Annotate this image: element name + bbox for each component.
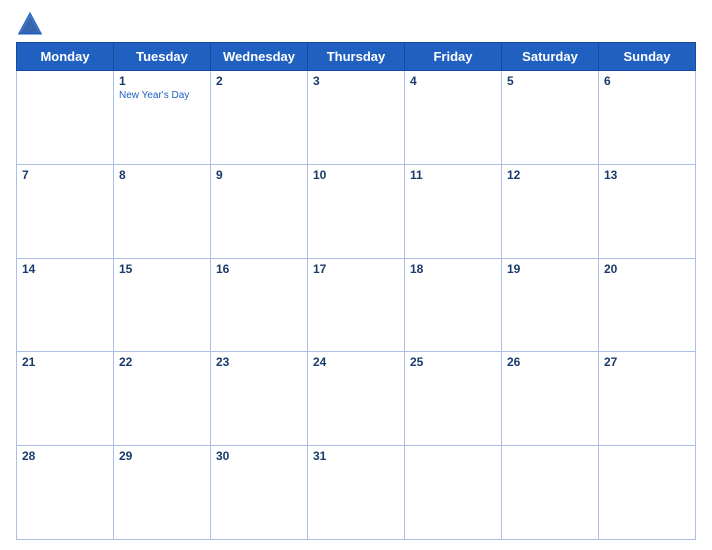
day-number: 2: [216, 74, 302, 88]
calendar-cell: 26: [502, 352, 599, 446]
weekday-friday: Friday: [405, 43, 502, 71]
day-number: 8: [119, 168, 205, 182]
week-row-3: 14 15 16 17 18 19 20: [17, 258, 696, 352]
calendar-cell: [405, 446, 502, 540]
calendar-cell: 20: [599, 258, 696, 352]
calendar-cell: 22: [114, 352, 211, 446]
calendar-cell: 15: [114, 258, 211, 352]
calendar-cell: 8: [114, 164, 211, 258]
day-number: 15: [119, 262, 205, 276]
day-number: 27: [604, 355, 690, 369]
calendar-cell: 1 New Year's Day: [114, 71, 211, 165]
calendar-cell: 4: [405, 71, 502, 165]
day-number: 25: [410, 355, 496, 369]
week-row-4: 21 22 23 24 25 26 27: [17, 352, 696, 446]
logo: [16, 10, 48, 38]
calendar-cell: 28: [17, 446, 114, 540]
day-number: 21: [22, 355, 108, 369]
day-number: 22: [119, 355, 205, 369]
day-number: 3: [313, 74, 399, 88]
page-header: [16, 10, 696, 38]
calendar-cell: 30: [211, 446, 308, 540]
day-number: 28: [22, 449, 108, 463]
weekday-sunday: Sunday: [599, 43, 696, 71]
calendar-cell: [599, 446, 696, 540]
day-number: 13: [604, 168, 690, 182]
calendar-cell: 5: [502, 71, 599, 165]
day-number: 16: [216, 262, 302, 276]
calendar-cell: 6: [599, 71, 696, 165]
calendar-cell: 18: [405, 258, 502, 352]
week-row-1: 1 New Year's Day 23456: [17, 71, 696, 165]
calendar-cell: 3: [308, 71, 405, 165]
day-number: 1: [119, 74, 205, 88]
day-number: 23: [216, 355, 302, 369]
calendar-cell: 2: [211, 71, 308, 165]
calendar-cell: 10: [308, 164, 405, 258]
calendar-cell: 21: [17, 352, 114, 446]
week-row-2: 789 10 11 12 13: [17, 164, 696, 258]
day-number: 5: [507, 74, 593, 88]
calendar-cell: 11: [405, 164, 502, 258]
weekday-wednesday: Wednesday: [211, 43, 308, 71]
week-row-5: 28 29 30 31: [17, 446, 696, 540]
day-number: 10: [313, 168, 399, 182]
calendar-cell: 17: [308, 258, 405, 352]
calendar-cell: 31: [308, 446, 405, 540]
day-number: 31: [313, 449, 399, 463]
day-number: 17: [313, 262, 399, 276]
calendar-cell: 13: [599, 164, 696, 258]
day-number: 19: [507, 262, 593, 276]
weekday-tuesday: Tuesday: [114, 43, 211, 71]
day-number: 7: [22, 168, 108, 182]
calendar-cell: 25: [405, 352, 502, 446]
day-number: 24: [313, 355, 399, 369]
day-number: 14: [22, 262, 108, 276]
day-number: 26: [507, 355, 593, 369]
calendar-cell: 7: [17, 164, 114, 258]
calendar-cell: 9: [211, 164, 308, 258]
calendar-cell: [502, 446, 599, 540]
weekday-header-row: MondayTuesdayWednesdayThursdayFridaySatu…: [17, 43, 696, 71]
calendar-cell: 29: [114, 446, 211, 540]
day-number: 18: [410, 262, 496, 276]
calendar-cell: 27: [599, 352, 696, 446]
day-number: 20: [604, 262, 690, 276]
calendar-cell: [17, 71, 114, 165]
day-number: 30: [216, 449, 302, 463]
weekday-monday: Monday: [17, 43, 114, 71]
day-number: 29: [119, 449, 205, 463]
calendar-cell: 12: [502, 164, 599, 258]
day-number: 12: [507, 168, 593, 182]
calendar-table: MondayTuesdayWednesdayThursdayFridaySatu…: [16, 42, 696, 540]
day-number: 4: [410, 74, 496, 88]
calendar-cell: 19: [502, 258, 599, 352]
holiday-label: New Year's Day: [119, 90, 205, 101]
weekday-thursday: Thursday: [308, 43, 405, 71]
calendar-cell: 16: [211, 258, 308, 352]
day-number: 6: [604, 74, 690, 88]
logo-icon: [16, 10, 44, 38]
calendar-cell: 23: [211, 352, 308, 446]
day-number: 9: [216, 168, 302, 182]
calendar-cell: 24: [308, 352, 405, 446]
calendar-cell: 14: [17, 258, 114, 352]
weekday-saturday: Saturday: [502, 43, 599, 71]
day-number: 11: [410, 168, 496, 182]
